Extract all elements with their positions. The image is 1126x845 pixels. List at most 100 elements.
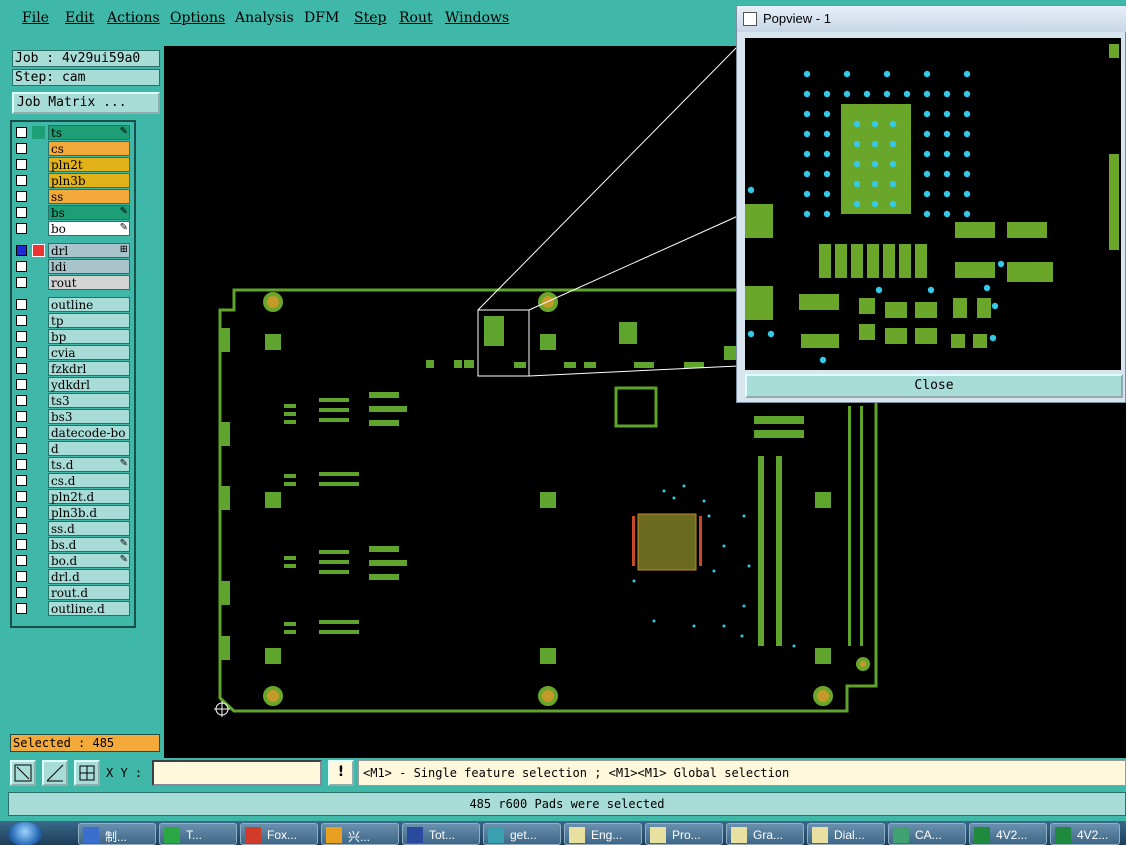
taskbar-item[interactable]: 制...	[78, 823, 156, 845]
layer-checkbox[interactable]	[16, 523, 27, 534]
via-pad	[843, 90, 851, 98]
taskbar-item[interactable]: Eng...	[564, 823, 642, 845]
taskbar-label: T...	[186, 828, 203, 842]
layer-checkbox[interactable]	[16, 459, 27, 470]
menu-rout[interactable]: Rout	[399, 10, 433, 26]
layer-checkbox[interactable]	[16, 331, 27, 342]
layer-row[interactable]: cvia	[14, 345, 132, 360]
layer-row[interactable]: bs ✎	[14, 205, 132, 220]
layer-row[interactable]: ts ✎	[14, 125, 132, 140]
layer-row[interactable]: bs.d ✎	[14, 537, 132, 552]
menu-dfm[interactable]: DFM	[304, 10, 339, 26]
layer-row[interactable]: drl ⊞	[14, 243, 132, 258]
layer-row[interactable]: datecode-bo	[14, 425, 132, 440]
layer-row[interactable]: d	[14, 441, 132, 456]
layer-checkbox[interactable]	[16, 491, 27, 502]
layer-checkbox[interactable]	[16, 603, 27, 614]
taskbar-item[interactable]: 兴...	[321, 823, 399, 845]
layer-row[interactable]: pln3b.d	[14, 505, 132, 520]
layer-checkbox[interactable]	[16, 539, 27, 550]
layer-list: ts ✎ cs pln2t pln3b ss bs ✎ bo ✎ drl ⊞ ldi rout outlin…	[10, 120, 136, 628]
via-pad	[923, 150, 931, 158]
menu-step[interactable]: Step	[354, 10, 386, 26]
layer-row[interactable]: rout.d	[14, 585, 132, 600]
layer-checkbox[interactable]	[16, 395, 27, 406]
layer-checkbox[interactable]	[16, 411, 27, 422]
layer-checkbox[interactable]	[16, 207, 27, 218]
layer-row[interactable]: ydkdrl	[14, 377, 132, 392]
layer-checkbox[interactable]	[16, 315, 27, 326]
menu-options[interactable]: Options	[170, 10, 225, 26]
layer-row[interactable]: outline.d	[14, 601, 132, 616]
menu-actions[interactable]: Actions	[107, 10, 160, 26]
layer-row[interactable]: pln2t.d	[14, 489, 132, 504]
layer-row[interactable]: bo.d ✎	[14, 553, 132, 568]
layer-checkbox[interactable]	[16, 143, 27, 154]
layer-checkbox[interactable]	[16, 587, 27, 598]
layer-row[interactable]: drl.d	[14, 569, 132, 584]
xy-input[interactable]	[152, 760, 322, 786]
popview-window[interactable]: Popview - 1 Close	[736, 5, 1126, 403]
start-button[interactable]	[8, 822, 42, 845]
layer-row[interactable]: ts.d ✎	[14, 457, 132, 472]
taskbar-item[interactable]: get...	[483, 823, 561, 845]
layer-row[interactable]: cs.d	[14, 473, 132, 488]
menu-file[interactable]: File	[22, 10, 49, 26]
measure-button[interactable]	[42, 760, 68, 786]
layer-checkbox[interactable]	[16, 379, 27, 390]
layer-row[interactable]: bs3	[14, 409, 132, 424]
work-layer-indicator[interactable]	[32, 126, 45, 139]
layer-checkbox[interactable]	[16, 261, 27, 272]
layer-checkbox[interactable]	[16, 299, 27, 310]
popview-canvas[interactable]	[745, 38, 1121, 370]
layer-row[interactable]: fzkdrl	[14, 361, 132, 376]
layer-name: ydkdrl	[48, 377, 130, 392]
layer-checkbox[interactable]	[16, 427, 27, 438]
taskbar-item[interactable]: 4V2...	[969, 823, 1047, 845]
layer-row[interactable]: ldi	[14, 259, 132, 274]
taskbar-item[interactable]: Tot...	[402, 823, 480, 845]
zoom-window-button[interactable]	[10, 760, 36, 786]
layer-checkbox[interactable]	[16, 443, 27, 454]
taskbar-item[interactable]: Gra...	[726, 823, 804, 845]
layer-checkbox[interactable]	[16, 363, 27, 374]
taskbar-item[interactable]: T...	[159, 823, 237, 845]
layer-checkbox[interactable]	[16, 507, 27, 518]
layer-row[interactable]: bp	[14, 329, 132, 344]
menu-edit[interactable]: Edit	[65, 10, 94, 26]
layer-checkbox[interactable]	[16, 277, 27, 288]
layer-row[interactable]: cs	[14, 141, 132, 156]
taskbar-item[interactable]: Pro...	[645, 823, 723, 845]
layer-checkbox[interactable]	[16, 555, 27, 566]
layer-row[interactable]: rout	[14, 275, 132, 290]
layer-checkbox[interactable]	[16, 159, 27, 170]
arrow-icon[interactable]	[32, 244, 45, 257]
layer-checkbox[interactable]	[16, 571, 27, 582]
layer-checkbox[interactable]	[16, 191, 27, 202]
layer-checkbox[interactable]	[16, 127, 27, 138]
popview-titlebar[interactable]: Popview - 1	[737, 6, 1126, 32]
menu-analysis[interactable]: Analysis	[235, 10, 294, 26]
layer-row[interactable]: ss	[14, 189, 132, 204]
layer-row[interactable]: pln3b	[14, 173, 132, 188]
alert-button[interactable]: !	[328, 760, 354, 786]
layer-row[interactable]: ss.d	[14, 521, 132, 536]
layer-row[interactable]: outline	[14, 297, 132, 312]
taskbar-item[interactable]: Fox...	[240, 823, 318, 845]
layer-row[interactable]: tp	[14, 313, 132, 328]
layer-row[interactable]: ts3	[14, 393, 132, 408]
layer-row[interactable]: bo ✎	[14, 221, 132, 236]
layer-checkbox[interactable]	[16, 175, 27, 186]
layer-checkbox[interactable]	[16, 245, 27, 256]
layer-checkbox[interactable]	[16, 223, 27, 234]
layer-row[interactable]: pln2t	[14, 157, 132, 172]
taskbar-item[interactable]: CA...	[888, 823, 966, 845]
taskbar-item[interactable]: 4V2...	[1050, 823, 1120, 845]
close-button[interactable]: Close	[745, 374, 1123, 398]
layer-checkbox[interactable]	[16, 347, 27, 358]
layer-checkbox[interactable]	[16, 475, 27, 486]
job-matrix-button[interactable]: Job Matrix ...	[12, 92, 160, 114]
taskbar-item[interactable]: Dial...	[807, 823, 885, 845]
grid-snap-button[interactable]	[74, 760, 100, 786]
menu-windows[interactable]: Windows	[445, 10, 509, 26]
